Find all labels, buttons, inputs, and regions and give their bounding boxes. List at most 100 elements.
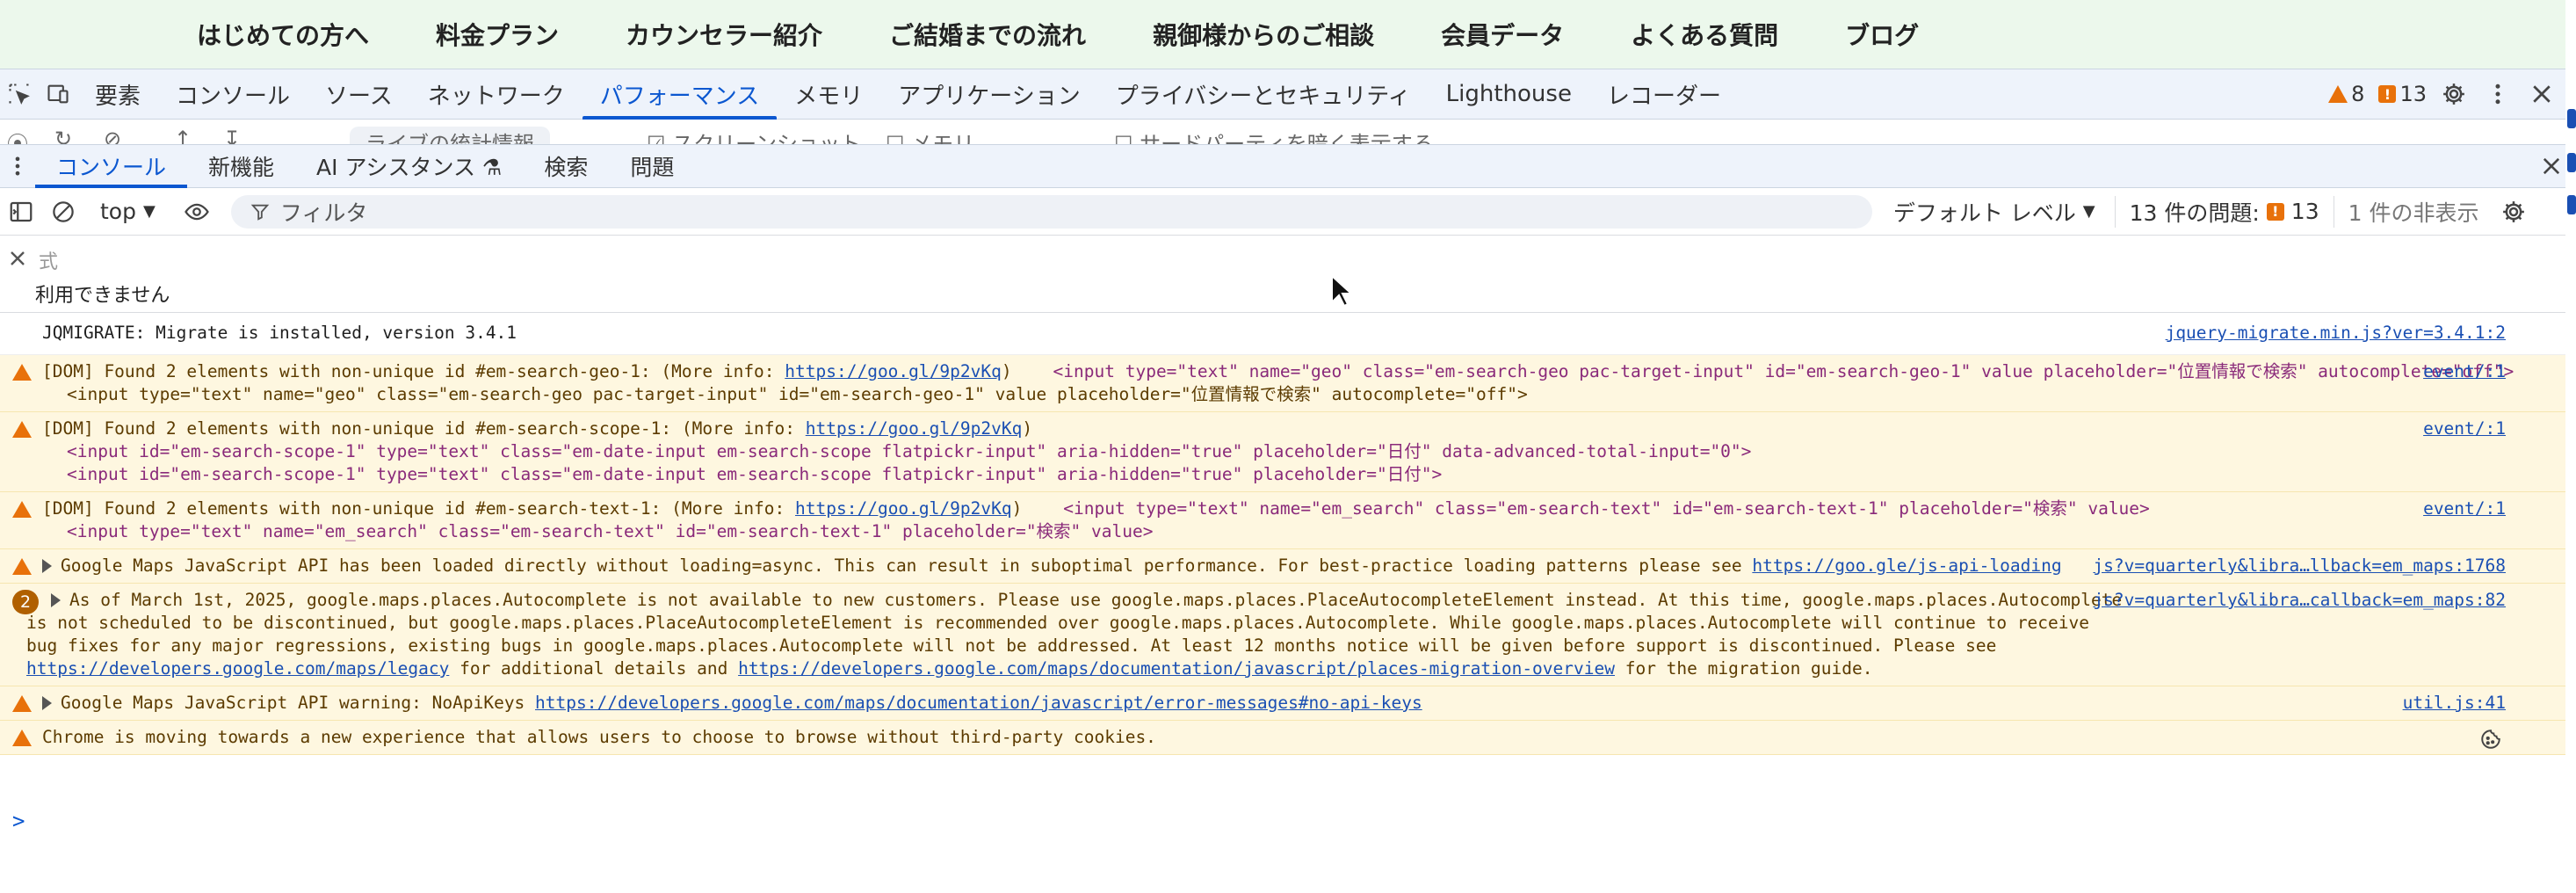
tab-memory[interactable]: メモリ: [777, 69, 880, 119]
inspect-element-icon[interactable]: [0, 69, 39, 119]
hidden-messages-count: 1 件の非表示: [2333, 195, 2493, 228]
record-icon[interactable]: ⦿: [7, 127, 28, 144]
message-source-link[interactable]: event/:1: [2423, 497, 2506, 520]
filter-placeholder: フィルタ: [279, 200, 368, 226]
warnings-badge[interactable]: 8: [2328, 69, 2364, 119]
message-source-link[interactable]: js?v=quarterly&libra…llback=em_maps:1768: [2093, 555, 2506, 577]
dom-node-1[interactable]: <input type="text" name="em_search" clas…: [1063, 498, 2149, 519]
dom-node-2[interactable]: <input type="text" name="geo" class="em-…: [42, 383, 2506, 406]
sidebar-toggle-icon[interactable]: [0, 199, 42, 225]
more-info-link[interactable]: https://goo.gl/9p2vKq: [806, 418, 1023, 439]
issues-link[interactable]: 13 件の問題: ! 13: [2114, 195, 2334, 228]
live-metrics-field[interactable]: ライブの統計情報: [350, 127, 550, 144]
tab-console[interactable]: コンソール: [158, 69, 308, 119]
issues-count: 13: [2399, 82, 2427, 106]
dom-node-1[interactable]: <input type="text" name="geo" class="em-…: [1053, 361, 2514, 381]
message-source-link[interactable]: util.js:41: [2403, 692, 2506, 715]
device-toolbar-icon[interactable]: [39, 69, 77, 119]
dom-node-1[interactable]: <input id="em-search-scope-1" type="text…: [42, 440, 2506, 463]
message-link[interactable]: https://developers.google.com/maps/legac…: [26, 658, 449, 679]
more-options-icon[interactable]: [2485, 81, 2511, 107]
drawer-tab-console[interactable]: コンソール: [35, 145, 188, 188]
site-nav: はじめての方へ 料金プラン カウンセラー紹介 ご結婚までの流れ 親御様からのご相…: [0, 0, 2576, 69]
expression-result: 利用できません: [35, 285, 170, 307]
tab-performance[interactable]: パフォーマンス: [582, 69, 778, 120]
message-source-link[interactable]: event/:1: [2423, 417, 2506, 440]
drawer-tab-ai-assistance[interactable]: AI アシスタンス ⚗: [295, 145, 523, 187]
edge-marker: [2567, 109, 2576, 128]
message-link[interactable]: https://developers.google.com/maps/docum…: [535, 693, 1422, 713]
warnings-count: 8: [2351, 82, 2365, 106]
cookie-icon[interactable]: [2479, 728, 2502, 751]
console-message: JQMIGRATE: Migrate is installed, version…: [0, 316, 2576, 355]
drawer-menu-icon[interactable]: [0, 145, 35, 187]
tab-network[interactable]: ネットワーク: [410, 69, 582, 119]
tab-application[interactable]: アプリケーション: [880, 69, 1097, 119]
console-settings-gear-icon[interactable]: [2493, 199, 2535, 225]
site-nav-item[interactable]: カウンセラー紹介: [626, 17, 822, 52]
expand-triangle-icon[interactable]: [42, 559, 52, 573]
expand-triangle-icon[interactable]: [51, 593, 61, 607]
drawer-tab-whats-new[interactable]: 新機能: [187, 145, 295, 187]
message-text: [DOM] Found 2 elements with non-unique i…: [42, 498, 2150, 519]
clear-console-icon[interactable]: [42, 199, 84, 225]
context-value: top: [100, 199, 136, 224]
message-text: JQMIGRATE: Migrate is installed, version…: [42, 323, 517, 343]
console-message: Chrome is moving towards a new experienc…: [0, 721, 2576, 755]
reload-record-icon[interactable]: ↻: [54, 127, 72, 144]
close-devtools-icon[interactable]: [2529, 81, 2555, 107]
tab-sources[interactable]: ソース: [308, 69, 410, 119]
console-message: [DOM] Found 2 elements with non-unique i…: [0, 492, 2576, 549]
context-selector[interactable]: top ▼: [84, 199, 171, 224]
console-message: Google Maps JavaScript API warning: NoAp…: [0, 686, 2576, 721]
filter-input[interactable]: フィルタ: [230, 194, 1872, 229]
more-info-link[interactable]: https://goo.gl/9p2vKq: [795, 498, 1012, 519]
tab-recorder[interactable]: レコーダー: [1589, 69, 1739, 119]
issue-icon: !: [2266, 202, 2284, 221]
message-source-link[interactable]: js?v=quarterly&libra…callback=em_maps:82: [2093, 589, 2506, 612]
more-info-link[interactable]: https://goo.gl/9p2vKq: [785, 361, 1002, 381]
dom-node-2[interactable]: <input type="text" name="em_search" clas…: [42, 520, 2506, 543]
message-link[interactable]: https://developers.google.com/maps/docum…: [738, 658, 1615, 679]
message-source-link[interactable]: jquery-migrate.min.js?ver=3.4.1:2: [2166, 322, 2506, 345]
repeat-count-badge: 2: [12, 590, 39, 614]
clear-icon[interactable]: ⊘: [104, 127, 121, 144]
warning-icon: [12, 695, 32, 718]
dom-node-2[interactable]: <input id="em-search-scope-1" type="text…: [42, 463, 2506, 486]
console-prompt[interactable]: >: [12, 809, 25, 833]
memory-checkbox[interactable]: ☐ メモリ: [886, 127, 974, 144]
tab-privacy-security[interactable]: プライバシーとセキュリティ: [1098, 69, 1429, 119]
expression-input[interactable]: 式: [39, 246, 58, 274]
edge-marker: [2567, 195, 2576, 214]
log-level-dropdown[interactable]: デフォルト レベル ▼: [1872, 196, 2115, 228]
site-nav-item[interactable]: 会員データ: [1441, 17, 1564, 52]
site-nav-item[interactable]: よくある質問: [1631, 17, 1778, 52]
warning-icon: [12, 558, 32, 581]
tab-lighthouse[interactable]: Lighthouse: [1429, 69, 1589, 119]
third-party-checkbox[interactable]: ☐ サードパーティを暗く表示する: [1114, 127, 1434, 144]
upload-icon[interactable]: ↥: [174, 127, 192, 144]
warning-icon: [12, 501, 32, 524]
drawer-tab-search[interactable]: 検索: [523, 145, 609, 187]
tab-elements[interactable]: 要素: [77, 69, 158, 119]
gear-icon[interactable]: [2441, 81, 2467, 107]
site-nav-item[interactable]: 料金プラン: [436, 17, 559, 52]
message-source-link[interactable]: event/:1: [2423, 360, 2506, 383]
screenshot-checkbox[interactable]: ☑ スクリーンショット: [647, 127, 861, 144]
expand-triangle-icon[interactable]: [42, 696, 52, 710]
message-link[interactable]: https://goo.gle/js-api-loading: [1752, 555, 2061, 576]
live-expression: 式 利用できません: [0, 236, 2576, 313]
warning-icon: [2328, 85, 2348, 103]
drawer-tab-issues[interactable]: 問題: [609, 145, 695, 187]
live-expression-eye-icon[interactable]: [171, 199, 222, 225]
issues-badge[interactable]: ! 13: [2378, 69, 2427, 119]
remove-expression-icon[interactable]: [7, 248, 28, 269]
console-messages: JQMIGRATE: Migrate is installed, version…: [0, 316, 2576, 755]
download-icon[interactable]: ↧: [223, 127, 241, 144]
site-nav-item[interactable]: ブログ: [1845, 17, 1919, 52]
site-nav-item[interactable]: 親御様からのご相談: [1153, 17, 1374, 52]
site-nav-item[interactable]: はじめての方へ: [197, 17, 369, 52]
edge-marker: [2567, 153, 2576, 172]
message-text[interactable]: Google Maps JavaScript API warning: NoAp…: [42, 692, 2506, 715]
site-nav-item[interactable]: ご結婚までの流れ: [889, 17, 1086, 52]
